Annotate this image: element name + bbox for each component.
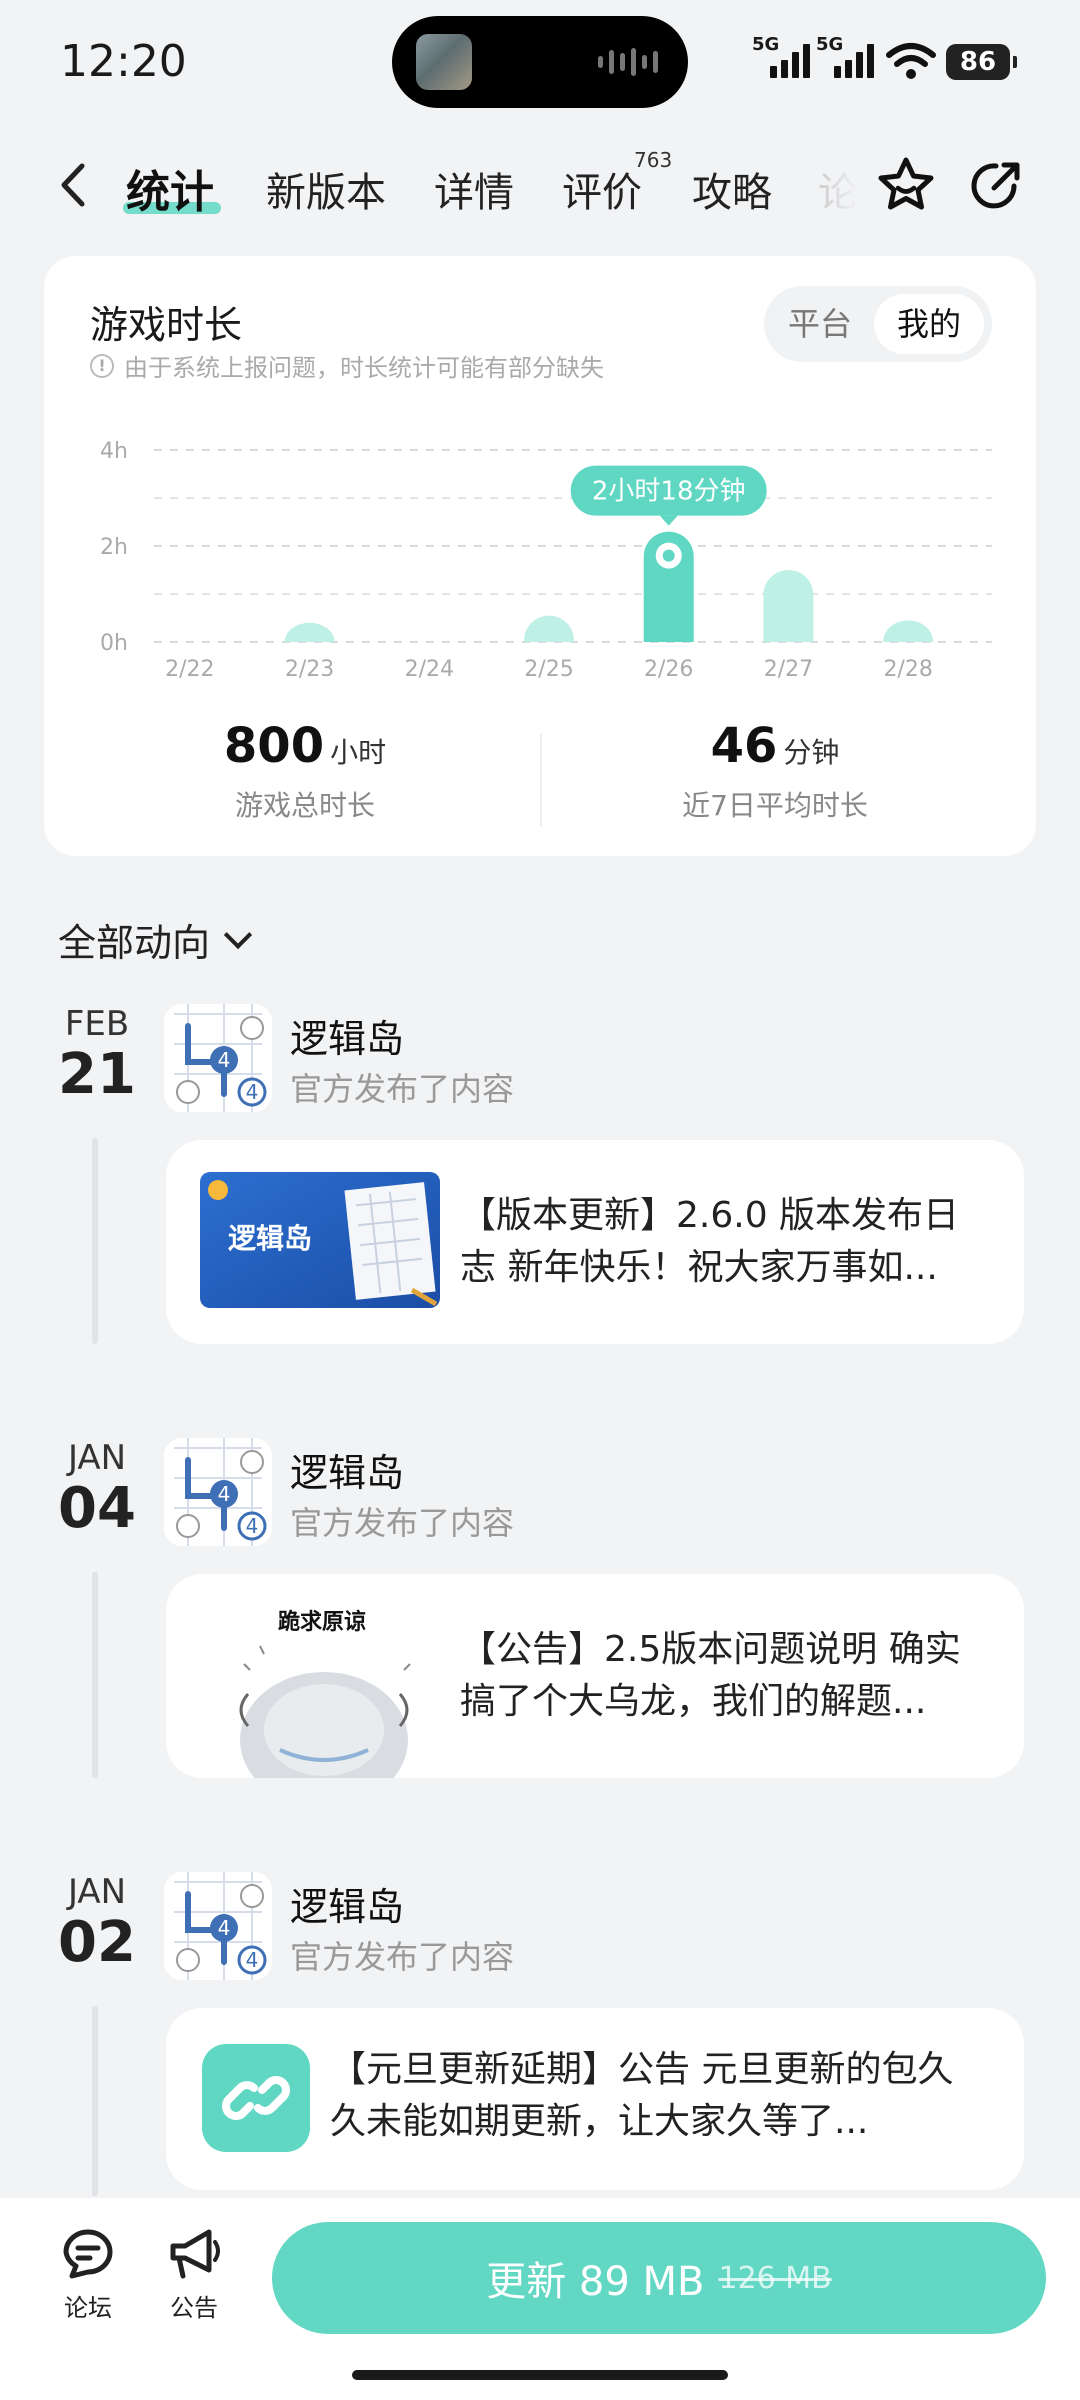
stats-divider bbox=[540, 734, 542, 826]
bar bbox=[763, 570, 814, 642]
tab-guides[interactable]: 攻略 bbox=[692, 160, 772, 218]
post-thumbnail: 逻辑岛 bbox=[200, 1172, 440, 1308]
feed-action: 官方发布了内容 bbox=[290, 1070, 515, 1108]
chevron-down-icon bbox=[223, 920, 253, 949]
bar bbox=[524, 615, 574, 642]
game-name[interactable]: 逻辑岛 bbox=[290, 1876, 404, 1931]
tab-reviews[interactable]: 评价 bbox=[562, 160, 642, 218]
average-playtime: 46 分钟 近7日平均时长 bbox=[620, 718, 930, 824]
toggle-mine[interactable]: 我的 bbox=[874, 294, 984, 354]
svg-text:4: 4 bbox=[218, 1916, 231, 1940]
timeline-line bbox=[92, 2006, 98, 2196]
svg-text:4: 4 bbox=[246, 1514, 259, 1538]
forum-icon bbox=[63, 2229, 113, 2279]
cellular-signal-2: 5G bbox=[816, 34, 880, 78]
x-tick-label: 2/27 bbox=[764, 657, 813, 682]
feed-day: 04 bbox=[58, 1476, 136, 1541]
y-tick-label: 4h bbox=[100, 439, 128, 464]
total-label: 游戏总时长 bbox=[234, 789, 375, 822]
total-unit: 小时 bbox=[330, 736, 387, 769]
x-tick-label: 2/25 bbox=[524, 657, 573, 682]
x-tick-label: 2/22 bbox=[165, 657, 214, 682]
x-tick-label: 2/26 bbox=[644, 657, 693, 682]
bar bbox=[883, 620, 934, 642]
feed-action: 官方发布了内容 bbox=[290, 1938, 515, 1976]
scope-toggle[interactable]: 平台 我的 bbox=[764, 286, 992, 362]
wifi-icon bbox=[886, 43, 936, 79]
game-avatar[interactable]: 4 4 bbox=[164, 1872, 272, 1980]
update-button[interactable]: 更新 89 MB 126 MB bbox=[272, 2222, 1046, 2334]
svg-text:4: 4 bbox=[246, 1948, 259, 1972]
avg-label: 近7日平均时长 bbox=[682, 789, 868, 822]
post-text: 【元旦更新延期】公告 元旦更新的包久久未能如期更新，让大家久等了... bbox=[330, 2049, 954, 2142]
megaphone-icon bbox=[170, 2229, 220, 2279]
activity-filter-dropdown[interactable]: 全部动向 bbox=[58, 912, 253, 967]
update-label: 更新 89 MB bbox=[486, 2259, 705, 2305]
info-icon: ! bbox=[90, 353, 114, 378]
tabs-fade bbox=[800, 150, 870, 220]
svg-text:4: 4 bbox=[218, 1482, 231, 1506]
game-name[interactable]: 逻辑岛 bbox=[290, 1442, 404, 1497]
banner-title: 逻辑岛 bbox=[228, 1222, 312, 1255]
playtime-title: 游戏时长 bbox=[90, 303, 243, 347]
svg-text:4: 4 bbox=[218, 1048, 231, 1072]
post-text: 【公告】2.5版本问题说明 确实搞了个大乌龙，我们的解题... bbox=[460, 1629, 961, 1722]
home-indicator[interactable] bbox=[352, 2370, 728, 2380]
game-avatar[interactable]: 4 4 bbox=[164, 1438, 272, 1546]
forum-button[interactable]: 论坛 bbox=[48, 2224, 128, 2323]
feed-month: FEB bbox=[64, 1004, 130, 1044]
tooltip-text: 2小时18分钟 bbox=[592, 477, 746, 507]
forum-label: 论坛 bbox=[64, 2294, 112, 2322]
status-time: 12:20 bbox=[60, 36, 187, 87]
x-tick-label: 2/28 bbox=[883, 657, 932, 682]
total-value: 800 bbox=[223, 718, 325, 774]
game-name[interactable]: 逻辑岛 bbox=[290, 1008, 404, 1063]
filter-label: 全部动向 bbox=[58, 921, 211, 965]
y-tick-label: 0h bbox=[100, 631, 128, 656]
playtime-note: ! 由于系统上报问题，时长统计可能有部分缺失 bbox=[90, 348, 604, 383]
feed-day: 02 bbox=[58, 1910, 136, 1975]
feed-month: JAN bbox=[67, 1438, 127, 1478]
link-icon bbox=[202, 2044, 310, 2152]
tab-stats[interactable]: 统计 bbox=[126, 156, 214, 220]
toggle-platform[interactable]: 平台 bbox=[772, 294, 868, 354]
avg-unit: 分钟 bbox=[783, 736, 840, 769]
timeline-line bbox=[92, 1138, 98, 1344]
post-text: 【版本更新】2.6.0 版本发布日志 新年快乐！祝大家万事如... bbox=[460, 1195, 960, 1288]
x-tick-label: 2/24 bbox=[405, 657, 454, 682]
feed-day: 21 bbox=[58, 1042, 136, 1107]
x-tick-label: 2/23 bbox=[285, 657, 334, 682]
highlight-marker-dot bbox=[662, 549, 675, 562]
back-icon[interactable] bbox=[54, 160, 94, 210]
notice-button[interactable]: 公告 bbox=[154, 2224, 234, 2323]
avg-value: 46 bbox=[710, 718, 778, 774]
post-thumbnail: 跪求原谅 bbox=[214, 1600, 434, 1778]
feed-action: 官方发布了内容 bbox=[290, 1504, 515, 1542]
feed-month: JAN bbox=[67, 1872, 127, 1912]
bar bbox=[284, 622, 335, 642]
timeline-line bbox=[92, 1572, 98, 1778]
game-avatar[interactable]: 4 4 bbox=[164, 1004, 272, 1112]
tooltip-pointer bbox=[659, 515, 678, 526]
cellular-signal-1: 5G bbox=[752, 34, 816, 78]
notice-label: 公告 bbox=[170, 2294, 218, 2322]
tab-details[interactable]: 详情 bbox=[434, 160, 514, 218]
y-tick-label: 2h bbox=[100, 535, 128, 560]
dynamic-island[interactable] bbox=[392, 16, 688, 108]
star-icon[interactable] bbox=[874, 154, 938, 218]
original-size: 126 MB bbox=[718, 2260, 832, 2296]
total-playtime: 800 小时 游戏总时长 bbox=[150, 718, 460, 824]
share-icon[interactable] bbox=[966, 156, 1026, 216]
playtime-bar-chart: 4h 2h 0h 2/22 2/23 2/24 2/25 2小时18分钟 2/26 2/27 2/2… bbox=[100, 439, 992, 682]
tab-new-version[interactable]: 新版本 bbox=[266, 160, 386, 218]
media-thumbnail bbox=[416, 34, 472, 90]
review-count-badge: 763 bbox=[634, 148, 673, 172]
audio-wave-icon bbox=[598, 48, 658, 76]
battery-indicator: 86 bbox=[946, 44, 1017, 80]
svg-text:4: 4 bbox=[246, 1080, 259, 1104]
